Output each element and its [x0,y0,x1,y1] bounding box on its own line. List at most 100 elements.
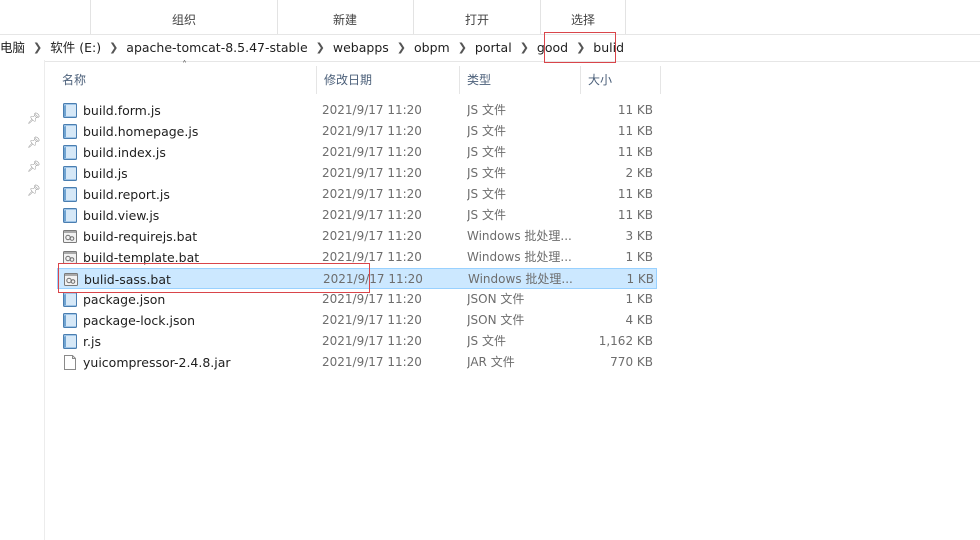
file-row[interactable]: build.index.js 2021/9/17 11:20 JS 文件 11 KB [57,142,657,163]
file-name: build-requirejs.bat [83,229,198,244]
file-size: 1 KB [626,272,654,286]
file-size: 1 KB [625,250,653,264]
file-modified-date: 2021/9/17 11:20 [322,124,422,138]
file-row[interactable]: build.js 2021/9/17 11:20 JS 文件 2 KB [57,163,657,184]
js-file-icon [63,166,77,181]
ribbon-group-label: 组织 [171,13,196,27]
js-file-icon [63,145,77,160]
file-size: 4 KB [625,313,653,327]
navigation-pane[interactable]: 📌︎ 📌︎ 📌︎ 📌︎ [0,60,45,540]
js-file-icon [63,208,77,223]
file-row[interactable]: build.form.js 2021/9/17 11:20 JS 文件 11 KB [57,100,657,121]
column-header-date[interactable]: 修改日期 [317,66,460,94]
file-type: JAR 文件 [467,355,515,369]
ribbon-group-label: 新建 [332,13,357,27]
pin-icon[interactable]: 📌︎ [27,113,41,125]
file-type: JS 文件 [467,124,506,138]
file-name: yuicompressor-2.4.8.jar [83,355,231,370]
file-type: Windows 批处理... [467,250,572,264]
chevron-right-icon[interactable]: ❯ [33,35,42,61]
file-modified-date: 2021/9/17 11:20 [322,166,422,180]
file-type: JS 文件 [467,208,506,222]
file-type: JS 文件 [467,166,506,180]
file-row[interactable]: build.view.js 2021/9/17 11:20 JS 文件 11 KB [57,205,657,226]
chevron-right-icon[interactable]: ❯ [397,35,406,61]
file-modified-date: 2021/9/17 11:20 [322,355,422,369]
highlight-box-folder [544,32,616,63]
json-file-icon [63,292,77,307]
column-header-name[interactable]: 名称 [45,66,317,94]
file-name: package-lock.json [83,313,196,328]
file-size: 11 KB [617,208,653,222]
ribbon-group-label: 选择 [570,13,595,27]
breadcrumb-item[interactable]: 软件 (E:) [42,35,109,61]
breadcrumb-item[interactable]: portal [467,35,520,61]
ribbon-group-label: 打开 [464,13,489,27]
js-file-icon [63,103,77,118]
file-size: 3 KB [625,229,653,243]
js-file-icon [63,187,77,202]
chevron-right-icon[interactable]: ❯ [520,35,529,61]
file-name: build.js [83,166,128,181]
file-size: 2 KB [625,166,653,180]
chevron-right-icon[interactable]: ❯ [458,35,467,61]
json-file-icon [63,313,77,328]
js-file-icon [63,334,77,349]
address-bar[interactable]: 电脑 ❯ 软件 (E:) ❯ apache-tomcat-8.5.47-stab… [0,34,980,62]
ribbon: 组织 新建 打开 选择 [0,0,980,34]
column-header-type[interactable]: 类型 [460,66,581,94]
ribbon-group-organize[interactable]: 组织 [90,0,278,34]
file-type: JS 文件 [467,145,506,159]
file-row[interactable]: build.report.js 2021/9/17 11:20 JS 文件 11 KB [57,184,657,205]
file-type: JS 文件 [467,187,506,201]
js-file-icon [63,124,77,139]
file-name: r.js [83,334,101,349]
breadcrumb-item[interactable]: apache-tomcat-8.5.47-stable [118,35,315,61]
file-type: Windows 批处理... [468,272,573,286]
file-modified-date: 2021/9/17 11:20 [322,229,422,243]
file-size: 11 KB [617,187,653,201]
breadcrumb-item[interactable]: obpm [406,35,458,61]
file-type: JSON 文件 [467,313,525,327]
pin-icon[interactable]: 📌︎ [27,185,41,197]
file-type: JS 文件 [467,334,506,348]
jar-file-icon [63,355,77,370]
file-row[interactable]: package-lock.json 2021/9/17 11:20 JSON 文件 4… [57,310,657,331]
file-modified-date: 2021/9/17 11:20 [322,334,422,348]
pin-icon[interactable]: 📌︎ [27,161,41,173]
file-modified-date: 2021/9/17 11:20 [322,208,422,222]
file-modified-date: 2021/9/17 11:20 [322,103,422,117]
chevron-right-icon[interactable]: ❯ [316,35,325,61]
file-name: build.form.js [83,103,161,118]
file-size: 1,162 KB [598,334,653,348]
file-modified-date: 2021/9/17 11:20 [322,187,422,201]
file-name: build.homepage.js [83,124,199,139]
file-row[interactable]: build.homepage.js 2021/9/17 11:20 JS 文件 11 … [57,121,657,142]
file-modified-date: 2021/9/17 11:20 [322,145,422,159]
file-name: build.view.js [83,208,160,223]
file-size: 11 KB [617,124,653,138]
file-size: 11 KB [617,145,653,159]
file-row[interactable]: r.js 2021/9/17 11:20 JS 文件 1,162 KB [57,331,657,352]
column-header-size[interactable]: 大小 [581,66,661,94]
breadcrumb-item[interactable]: webapps [325,35,397,61]
ribbon-group-open[interactable]: 打开 [414,0,541,34]
file-type: Windows 批处理... [467,229,572,243]
file-type: JSON 文件 [467,292,525,306]
highlight-box-file [58,263,370,293]
breadcrumb: 电脑 ❯ 软件 (E:) ❯ apache-tomcat-8.5.47-stab… [0,35,632,61]
file-type: JS 文件 [467,103,506,117]
file-row[interactable]: build-requirejs.bat 2021/9/17 11:20 Window… [57,226,657,247]
file-name: build.report.js [83,187,170,202]
file-modified-date: 2021/9/17 11:20 [322,313,422,327]
pin-icon[interactable]: 📌︎ [27,137,41,149]
file-name: build.index.js [83,145,166,160]
file-row[interactable]: yuicompressor-2.4.8.jar 2021/9/17 11:20 JA… [57,352,657,373]
chevron-right-icon[interactable]: ❯ [109,35,118,61]
ribbon-group-new[interactable]: 新建 [277,0,414,34]
file-size: 770 KB [610,355,653,369]
breadcrumb-item[interactable]: 电脑 [0,35,33,61]
bat-file-icon [63,229,77,244]
file-size: 11 KB [617,103,653,117]
ribbon-group-select[interactable]: 选择 [541,0,626,34]
